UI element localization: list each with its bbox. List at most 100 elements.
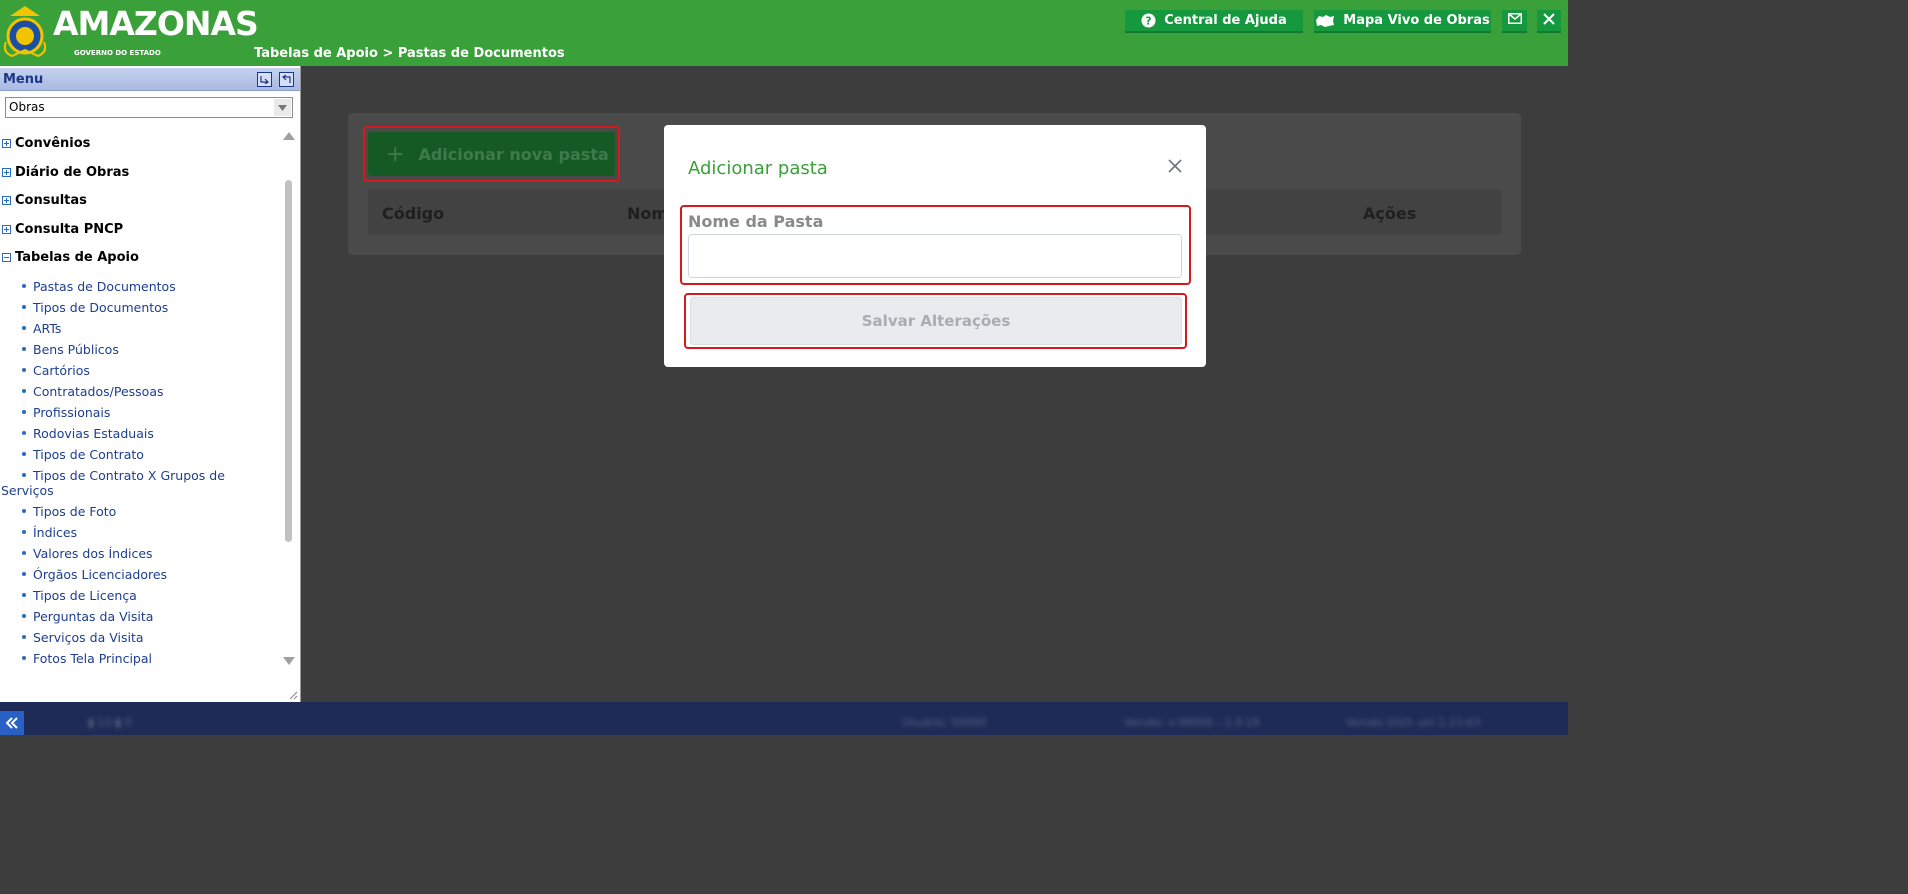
mail-button[interactable] — [1502, 10, 1527, 33]
folder-name-label: Nome da Pasta — [688, 212, 824, 231]
bullet-icon — [22, 634, 26, 639]
bullet-icon — [22, 571, 26, 576]
menu-group-label: Tabelas de Apoio — [15, 250, 139, 265]
menu-item-contratados-pessoas[interactable]: Contratados/Pessoas — [22, 384, 277, 399]
menu-item-label: ARTs — [33, 321, 62, 336]
bullet-icon — [22, 367, 26, 372]
menu-item-valores-dos-indices[interactable]: Valores dos Índices — [22, 546, 277, 561]
module-select-value: Obras — [9, 100, 45, 114]
menu-item-label: Valores dos Índices — [33, 546, 153, 561]
menu-item-label: Órgãos Licenciadores — [33, 567, 168, 582]
menu-expand-button[interactable] — [279, 72, 294, 87]
breadcrumb: Tabelas de Apoio > Pastas de Documentos — [254, 46, 565, 61]
menu-item-label: Tipos de Licença — [33, 588, 137, 603]
close-app-button[interactable] — [1537, 10, 1561, 33]
save-changes-button[interactable]: Salvar Alterações — [690, 297, 1182, 345]
bullet-icon — [22, 472, 26, 477]
menu-item-rodovias-estaduais[interactable]: Rodovias Estaduais — [22, 426, 277, 441]
menu-group-consultas[interactable]: Consultas — [2, 193, 87, 208]
sidebar: Menu Obras Convênios Diário de Obras Con… — [0, 66, 301, 702]
menu-item-arts[interactable]: ARTs — [22, 321, 277, 336]
bullet-icon — [22, 388, 26, 393]
menu-item-tipos-de-contrato[interactable]: Tipos de Contrato — [22, 447, 277, 462]
collapse-icon — [260, 76, 269, 84]
plus-icon: + — [386, 141, 405, 167]
bullet-icon — [22, 592, 26, 597]
bullet-icon — [22, 529, 26, 534]
column-header-acoes: Ações — [1363, 204, 1417, 223]
menu-item-label: Fotos Tela Principal — [33, 651, 153, 666]
menu-item-perguntas-da-visita[interactable]: Perguntas da Visita — [22, 609, 277, 624]
menu-item-tipos-de-contrato-x-grupos[interactable]: Tipos de Contrato X Grupos de Serviços — [1, 468, 241, 498]
menu-item-tipos-de-licenca[interactable]: Tipos de Licença — [22, 588, 277, 603]
collapse-minus-icon — [2, 253, 11, 262]
menu-item-label: Índices — [33, 525, 78, 540]
menu-item-label: Tipos de Contrato — [33, 447, 144, 462]
column-header-codigo: Código — [382, 204, 445, 223]
add-folder-modal: Adicionar pasta Nome da Pasta Salvar Alt… — [664, 125, 1206, 367]
add-folder-button[interactable]: + Adicionar nova pasta — [368, 132, 615, 176]
menu-item-label: Serviços da Visita — [33, 630, 144, 645]
bullet-icon — [22, 613, 26, 618]
menu-group-label: Consulta PNCP — [15, 222, 124, 237]
menu-item-label: Bens Públicos — [33, 342, 119, 357]
footer-user-info: Usuário: 50000 — [902, 716, 986, 729]
amazonas-coat-of-arms-icon — [3, 6, 47, 58]
bullet-icon — [22, 283, 26, 288]
menu-collapse-button[interactable] — [257, 72, 272, 87]
bullet-icon — [22, 409, 26, 414]
bullet-icon — [22, 451, 26, 456]
expand-plus-icon — [2, 168, 11, 177]
menu-title: Menu — [3, 72, 44, 87]
menu-item-servicos-da-visita[interactable]: Serviços da Visita — [22, 630, 277, 645]
menu-item-label: Tipos de Contrato X Grupos de Serviços — [1, 468, 225, 498]
logo-subtitle: GOVERNO DO ESTADO — [74, 49, 161, 57]
sidebar-scrollbar[interactable] — [283, 132, 296, 672]
menu-item-pastas-de-documentos[interactable]: Pastas de Documentos — [22, 279, 277, 294]
scrollbar-thumb[interactable] — [285, 180, 292, 542]
menu-group-convenios[interactable]: Convênios — [2, 136, 90, 151]
expand-plus-icon — [2, 196, 11, 205]
bullet-icon — [22, 346, 26, 351]
menu-group-consulta-pncp[interactable]: Consulta PNCP — [2, 222, 123, 237]
close-icon[interactable] — [1167, 158, 1183, 174]
scroll-up-arrow-icon[interactable] — [283, 132, 295, 140]
save-changes-label: Salvar Alterações — [861, 312, 1011, 330]
close-icon — [1543, 12, 1555, 29]
menu-item-label: Pastas de Documentos — [33, 279, 176, 294]
menu-group-diario-de-obras[interactable]: Diário de Obras — [2, 165, 129, 180]
bullet-icon — [22, 550, 26, 555]
footer-version-info: Versão: v-98000 - 1.9.19 — [1124, 716, 1260, 729]
modal-title: Adicionar pasta — [688, 158, 828, 179]
menu-item-label: Tipos de Documentos — [33, 300, 169, 315]
menu-item-label: Cartórios — [33, 363, 90, 378]
menu-item-bens-publicos[interactable]: Bens Públicos — [22, 342, 277, 357]
bullet-icon — [22, 430, 26, 435]
menu-group-tabelas-de-apoio[interactable]: Tabelas de Apoio — [2, 250, 139, 265]
menu-group-label: Diário de Obras — [15, 165, 130, 180]
svg-text:?: ? — [1146, 15, 1152, 27]
menu-item-label: Rodovias Estaduais — [33, 426, 154, 441]
menu-group-label: Consultas — [15, 193, 87, 208]
module-select[interactable]: Obras — [5, 97, 293, 118]
menu-item-profissionais[interactable]: Profissionais — [22, 405, 277, 420]
chevron-down-icon — [274, 99, 291, 116]
folder-name-input[interactable] — [688, 234, 1182, 278]
resize-grip-icon[interactable] — [288, 690, 298, 700]
scroll-down-arrow-icon[interactable] — [283, 657, 295, 665]
menu-item-label: Contratados/Pessoas — [33, 384, 164, 399]
menu-item-orgaos-licenciadores[interactable]: Órgãos Licenciadores — [22, 567, 277, 582]
collapse-sidebar-button[interactable] — [0, 711, 24, 735]
menu-item-tipos-de-documentos[interactable]: Tipos de Documentos — [22, 300, 277, 315]
live-works-map-label: Mapa Vivo de Obras — [1343, 13, 1490, 28]
menu-item-fotos-tela-principal[interactable]: Fotos Tela Principal — [22, 651, 277, 666]
menu-item-tipos-de-foto[interactable]: Tipos de Foto — [22, 504, 277, 519]
top-header: AMAZONAS GOVERNO DO ESTADO Tabelas de Ap… — [0, 0, 1568, 66]
menu-item-cartorios[interactable]: Cartórios — [22, 363, 277, 378]
menu-item-label: Perguntas da Visita — [33, 609, 154, 624]
map-icon — [1315, 14, 1335, 28]
expand-icon — [282, 75, 291, 83]
live-works-map-button[interactable]: Mapa Vivo de Obras — [1314, 10, 1491, 33]
help-center-button[interactable]: ? Central de Ajuda — [1125, 10, 1303, 33]
menu-item-indices[interactable]: Índices — [22, 525, 277, 540]
